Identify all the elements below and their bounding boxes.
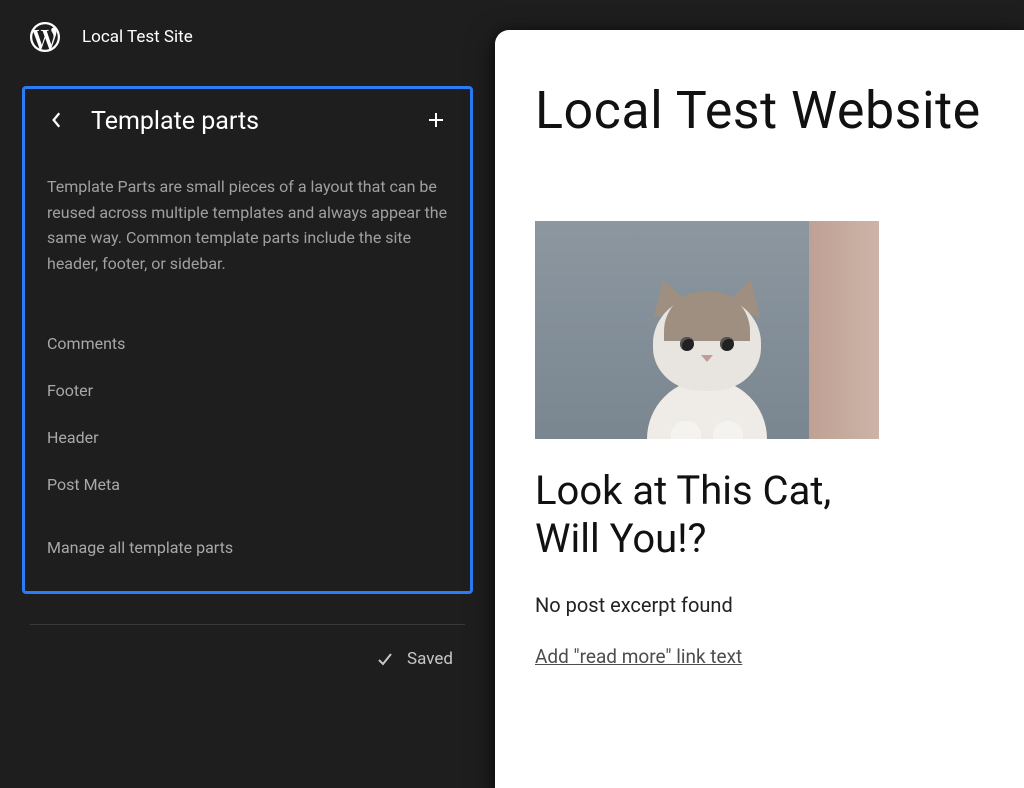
site-preview[interactable]: Local Test Website Look at This Cat, Wil… [495,30,1024,788]
wordpress-logo-icon[interactable] [28,20,62,54]
read-more-link[interactable]: Add "read more" link text [535,645,1024,668]
template-parts-panel: Template parts Template Parts are small … [22,86,473,594]
panel-header: Template parts [45,107,450,136]
panel-description: Template Parts are small pieces of a lay… [45,174,450,276]
post-excerpt: No post excerpt found [535,593,1024,617]
template-part-item[interactable]: Footer [45,367,450,414]
manage-all-link[interactable]: Manage all template parts [45,518,450,563]
template-part-item[interactable]: Header [45,414,450,461]
kitten-illustration [622,273,792,439]
status-label: Saved [407,649,453,669]
back-button[interactable] [45,110,69,134]
site-bar: Local Test Site [0,0,495,86]
post-title: Look at This Cat, Will You!? [535,467,855,563]
preview-site-title: Local Test Website [535,80,1024,141]
chevron-left-icon [51,111,63,133]
template-part-item[interactable]: Comments [45,320,450,367]
panel-title: Template parts [91,107,400,136]
template-parts-list: Comments Footer Header Post Meta [45,320,450,508]
site-name[interactable]: Local Test Site [82,27,193,47]
save-status: Saved [0,625,495,669]
add-template-part-button[interactable] [422,108,450,136]
post-featured-image [535,221,879,439]
plus-icon [426,110,446,134]
template-part-item[interactable]: Post Meta [45,461,450,508]
editor-sidebar: Local Test Site Template parts Template … [0,0,495,788]
check-icon [375,649,395,669]
